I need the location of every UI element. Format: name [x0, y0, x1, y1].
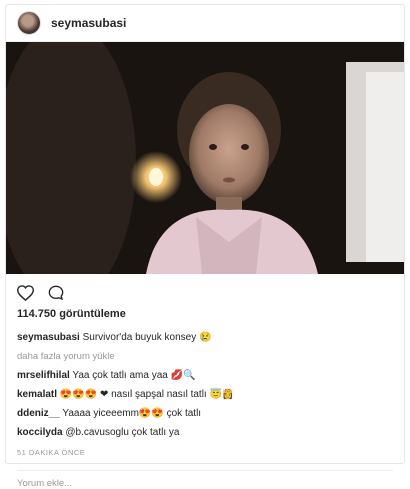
post-author[interactable]: seymasubasi	[51, 16, 126, 30]
post-header: seymasubasi	[6, 5, 404, 42]
add-comment-input[interactable]: Yorum ekle...	[6, 471, 404, 489]
caption-text: Survivor'da buyuk konsey 😢	[82, 332, 212, 343]
comment-text: Yaaaa yiceeemm😍😍 çok tatlı	[62, 408, 202, 419]
comment-text: 😍😍😍 ❤ nasıl şapşal nasıl tatlı 😇👸	[59, 389, 235, 400]
comments-section: seymasubasi Survivor'da buyuk konsey 😢 d…	[6, 328, 404, 462]
comment-username[interactable]: kemalatl	[17, 389, 57, 400]
comment-icon[interactable]	[48, 285, 64, 301]
comment-text: @b.cavusoglu çok tatlı ya	[65, 427, 180, 438]
view-count: 114.750 görüntüleme	[17, 308, 126, 320]
load-more-comments[interactable]: daha fazla yorum yükle	[17, 347, 404, 366]
comment-item: koccilyda @b.cavusoglu çok tatlı ya	[17, 423, 404, 442]
post-actions	[6, 274, 404, 312]
comment-text: Yaa çok tatlı ama yaa 💋🔍	[72, 370, 196, 381]
comment-item: ddeniz__ Yaaaa yiceeemm😍😍 çok tatlı	[17, 404, 404, 423]
comment-username[interactable]: ddeniz__	[17, 408, 60, 419]
comment-item: kemalatl 😍😍😍 ❤ nasıl şapşal nasıl tatlı …	[17, 385, 404, 404]
post-video[interactable]	[6, 42, 404, 274]
comment-username[interactable]: mrselifhilal	[17, 370, 70, 381]
heart-icon[interactable]	[17, 285, 34, 301]
post-card: seymasubasi 114.750 görüntüleme seymasub…	[5, 4, 405, 489]
video-frame	[6, 42, 404, 274]
comment-item: mrselifhilal Yaa çok tatlı ama yaa 💋🔍	[17, 366, 404, 385]
caption: seymasubasi Survivor'da buyuk konsey 😢	[17, 328, 404, 347]
avatar[interactable]	[17, 11, 41, 35]
comment-username[interactable]: koccilyda	[17, 427, 63, 438]
post-timestamp[interactable]: 51 DAKIKA ÖNCE	[17, 443, 404, 462]
caption-username[interactable]: seymasubasi	[17, 332, 80, 343]
